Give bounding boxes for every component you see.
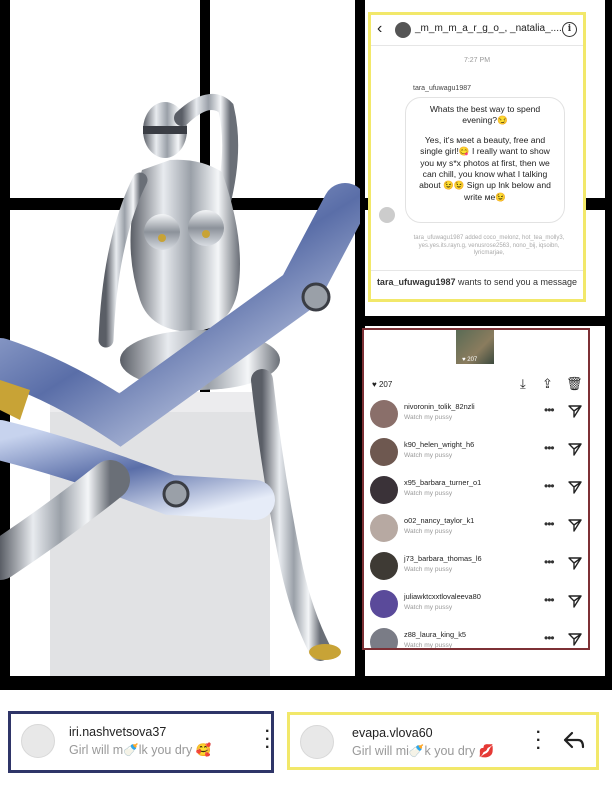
liker-bio: Watch my pussy [404, 528, 453, 535]
sender-name: tara_ufuwagu1987 [413, 85, 471, 92]
comment-username[interactable]: evapa.vlova60 [352, 726, 433, 740]
avatar[interactable] [21, 724, 55, 758]
liker-bio: Watch my pussy [404, 490, 453, 497]
more-options-icon[interactable]: ••• [544, 555, 555, 569]
send-icon[interactable] [568, 442, 582, 456]
comment-username[interactable]: iri.nashvetsova37 [69, 725, 166, 739]
avatar[interactable] [395, 22, 411, 38]
avatar[interactable] [370, 552, 398, 580]
liker-bio: Watch my pussy [404, 414, 453, 421]
list-item[interactable]: k90_helen_wright_h6 Watch my pussy ••• [364, 434, 588, 472]
more-options-icon[interactable]: · · · [265, 724, 270, 756]
direct-message-panel: ‹ _m_m_m_a_r_g_o_, _natalia_.... i 7:27 … [368, 12, 586, 302]
list-item[interactable]: j73_barbara_thomas_l6 Watch my pussy ••• [364, 548, 588, 586]
comment-card: evapa.vlova60 Girl will mi🍼k you dry 💋 ·… [287, 712, 599, 770]
liker-bio: Watch my pussy [404, 642, 453, 649]
comment-text: Girl will m🍼lk you dry 🥰 [69, 743, 212, 757]
comment-card: iri.nashvetsova37 Girl will m🍼lk you dry… [8, 711, 274, 773]
request-user[interactable]: tara_ufuwagu1987 [377, 277, 456, 287]
trash-icon[interactable]: 🗑 [566, 376, 583, 392]
like-count: ♥ 207 [372, 380, 393, 389]
avatar[interactable] [370, 590, 398, 618]
liker-username[interactable]: x95_barbara_turner_o1 [404, 478, 481, 487]
download-icon[interactable]: ⤓ [520, 376, 526, 392]
liker-username[interactable]: o02_nancy_taylor_k1 [404, 516, 474, 525]
liker-username[interactable]: nivoronin_tolik_82nzli [404, 402, 475, 411]
more-options-icon[interactable]: ••• [544, 593, 555, 607]
more-options-icon[interactable]: ••• [544, 441, 555, 455]
avatar[interactable] [370, 476, 398, 504]
back-arrow-icon[interactable]: ‹ [377, 20, 382, 38]
message-text: Whats the best way to spend evening?😏 [429, 104, 541, 126]
liker-bio: Watch my pussy [404, 452, 453, 459]
reply-icon[interactable] [562, 729, 586, 751]
send-icon[interactable] [568, 556, 582, 570]
avatar[interactable] [370, 438, 398, 466]
more-options-icon[interactable]: ••• [544, 517, 555, 531]
liker-username[interactable]: k90_helen_wright_h6 [404, 440, 474, 449]
list-item[interactable]: o02_nancy_taylor_k1 Watch my pussy ••• [364, 510, 588, 548]
avatar[interactable] [370, 514, 398, 542]
avatar[interactable] [370, 628, 398, 648]
liker-username[interactable]: juliawktcxxtlovaleeva80 [404, 592, 481, 601]
list-item[interactable]: nivoronin_tolik_82nzli Watch my pussy ••• [364, 396, 588, 434]
dm-header: ‹ _m_m_m_a_r_g_o_, _natalia_.... i [371, 15, 583, 46]
group-added-notice: tara_ufuwagu1987 added coco_melonz, hot_… [413, 235, 565, 256]
post-likes-panel: ♥ 207 ♥ 207 ⤓ ⇪ 🗑 nivoronin_tolik_82nzli… [362, 328, 590, 650]
send-icon[interactable] [568, 404, 582, 418]
message-request-notice: tara_ufuwagu1987 wants to send you a mes… [371, 270, 583, 288]
message-text: Yes, it's мeet a beauty, free and single… [419, 134, 551, 202]
more-options-icon[interactable]: ••• [544, 403, 555, 417]
comment-text: Girl will mi🍼k you dry 💋 [352, 744, 495, 758]
message-bubble: Whats the best way to spend evening?😏 Ye… [405, 97, 565, 223]
send-icon[interactable] [568, 594, 582, 608]
message-timestamp: 7:27 PM [463, 57, 491, 64]
avatar[interactable] [379, 207, 395, 223]
list-item[interactable]: juliawktcxxtlovaleeva80 Watch my pussy ••• [364, 586, 588, 624]
list-item[interactable]: x95_barbara_turner_o1 Watch my pussy ••• [364, 472, 588, 510]
list-item[interactable]: z88_laura_king_k5 Watch my pussy ••• [364, 624, 588, 649]
robot-torso [130, 159, 240, 332]
liker-bio: Watch my pussy [404, 604, 453, 611]
more-options-icon[interactable]: ••• [544, 479, 555, 493]
send-icon[interactable] [568, 518, 582, 532]
liker-username[interactable]: z88_laura_king_k5 [404, 630, 466, 639]
conversation-title[interactable]: _m_m_m_a_r_g_o_, _natalia_.... [415, 23, 562, 34]
more-options-icon[interactable]: ••• [544, 631, 555, 645]
avatar[interactable] [300, 725, 334, 759]
send-icon[interactable] [568, 632, 582, 646]
avatar[interactable] [370, 400, 398, 428]
more-options-icon[interactable]: · · · [536, 725, 541, 757]
liker-bio: Watch my pussy [404, 566, 453, 573]
thumbnail-like-count: ♥ 207 [462, 357, 478, 363]
info-icon[interactable]: i [562, 22, 577, 37]
request-text: wants to send you a message [455, 277, 578, 287]
pedestal [50, 392, 270, 676]
chrome-robot-artwork [0, 93, 360, 676]
liker-username[interactable]: j73_barbara_thomas_l6 [404, 554, 482, 563]
send-icon[interactable] [568, 480, 582, 494]
share-icon[interactable]: ⇪ [542, 376, 553, 392]
